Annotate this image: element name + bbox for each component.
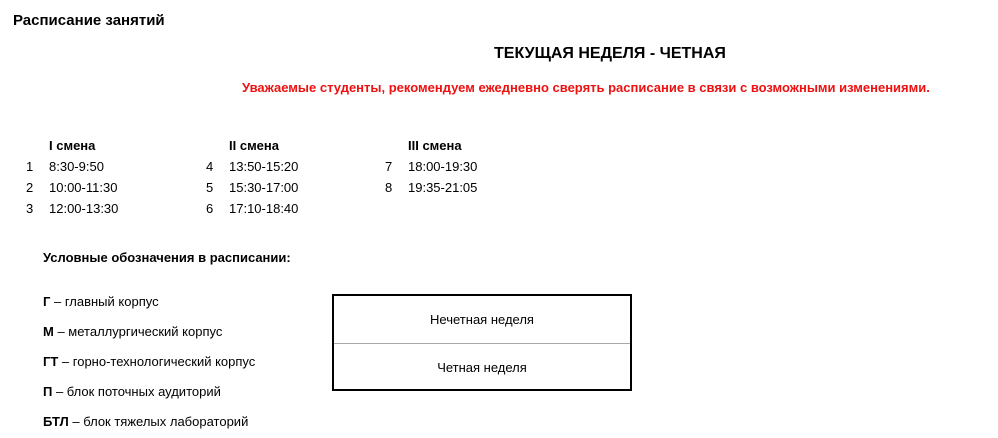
legend-item: ГТ – горно-технологический корпус bbox=[43, 354, 255, 384]
time-slot: 1 8:30-9:50 bbox=[26, 159, 118, 180]
shift-1: I смена 1 8:30-9:50 2 10:00-11:30 3 12:00-1… bbox=[26, 138, 119, 222]
legend-description: – металлургический корпус bbox=[53, 324, 223, 339]
shift-title: III смена bbox=[408, 138, 462, 153]
legend-description: – блок поточных аудиторий bbox=[52, 384, 221, 399]
even-week-cell: Четная неделя bbox=[334, 343, 630, 390]
legend-title: Условные обозначения в расписании: bbox=[43, 250, 291, 265]
legend-code: БТЛ bbox=[43, 414, 69, 429]
slot-time: 15:30-17:00 bbox=[229, 180, 299, 195]
time-slot: 4 13:50-15:20 bbox=[206, 159, 299, 180]
legend-item: П – блок поточных аудиторий bbox=[43, 384, 255, 414]
legend-list: Г – главный корпус М – металлургический … bbox=[43, 294, 255, 438]
page-title: Расписание занятий bbox=[13, 12, 165, 29]
legend-item: БТЛ – блок тяжелых лабораторий bbox=[43, 414, 255, 438]
time-slot: 8 19:35-21:05 bbox=[385, 180, 478, 201]
slot-number: 4 bbox=[206, 159, 214, 174]
schedule-notice: Уважаемые студенты, рекомендуем ежедневн… bbox=[242, 80, 930, 95]
legend-code: ГТ bbox=[43, 354, 59, 369]
slot-time: 8:30-9:50 bbox=[49, 159, 104, 174]
slot-number: 5 bbox=[206, 180, 214, 195]
current-week-heading: ТЕКУЩАЯ НЕДЕЛЯ - ЧЕТНАЯ bbox=[494, 45, 726, 62]
legend-description: – главный корпус bbox=[50, 294, 159, 309]
slot-time: 12:00-13:30 bbox=[49, 201, 119, 216]
time-slot: 5 15:30-17:00 bbox=[206, 180, 299, 201]
slot-number: 1 bbox=[26, 159, 34, 174]
slot-number: 8 bbox=[385, 180, 393, 195]
legend-code: М bbox=[43, 324, 54, 339]
time-slot: 2 10:00-11:30 bbox=[26, 180, 118, 201]
shift-2: II смена 4 13:50-15:20 5 15:30-17:00 6 17:1… bbox=[206, 138, 299, 222]
slot-time: 13:50-15:20 bbox=[229, 159, 299, 174]
odd-week-cell: Нечетная неделя bbox=[430, 312, 534, 327]
slot-number: 7 bbox=[385, 159, 393, 174]
legend-code: П bbox=[43, 384, 53, 399]
legend-item: М – металлургический корпус bbox=[43, 324, 255, 354]
time-slot: 6 17:10-18:40 bbox=[206, 201, 299, 222]
legend-description: – горно-технологический корпус bbox=[58, 354, 256, 369]
slot-number: 6 bbox=[206, 201, 214, 216]
legend-description: – блок тяжелых лабораторий bbox=[68, 414, 249, 429]
shift-title: II смена bbox=[229, 138, 279, 153]
slot-number: 2 bbox=[26, 180, 34, 195]
time-slot: 3 12:00-13:30 bbox=[26, 201, 119, 222]
slot-number: 3 bbox=[26, 201, 34, 216]
slot-time: 19:35-21:05 bbox=[408, 180, 478, 195]
schedule-page: Расписание занятий ТЕКУЩАЯ НЕДЕЛЯ - ЧЕТН… bbox=[0, 0, 998, 438]
time-slot: 7 18:00-19:30 bbox=[385, 159, 478, 180]
slot-time: 10:00-11:30 bbox=[49, 180, 118, 195]
legend-item: Г – главный корпус bbox=[43, 294, 255, 324]
week-type-legend: Нечетная неделя Четная неделя bbox=[332, 294, 632, 391]
slot-time: 18:00-19:30 bbox=[408, 159, 478, 174]
shift-title: I смена bbox=[49, 138, 96, 153]
shift-3: III смена 7 18:00-19:30 8 19:35-21:05 bbox=[385, 138, 478, 201]
slot-time: 17:10-18:40 bbox=[229, 201, 299, 216]
